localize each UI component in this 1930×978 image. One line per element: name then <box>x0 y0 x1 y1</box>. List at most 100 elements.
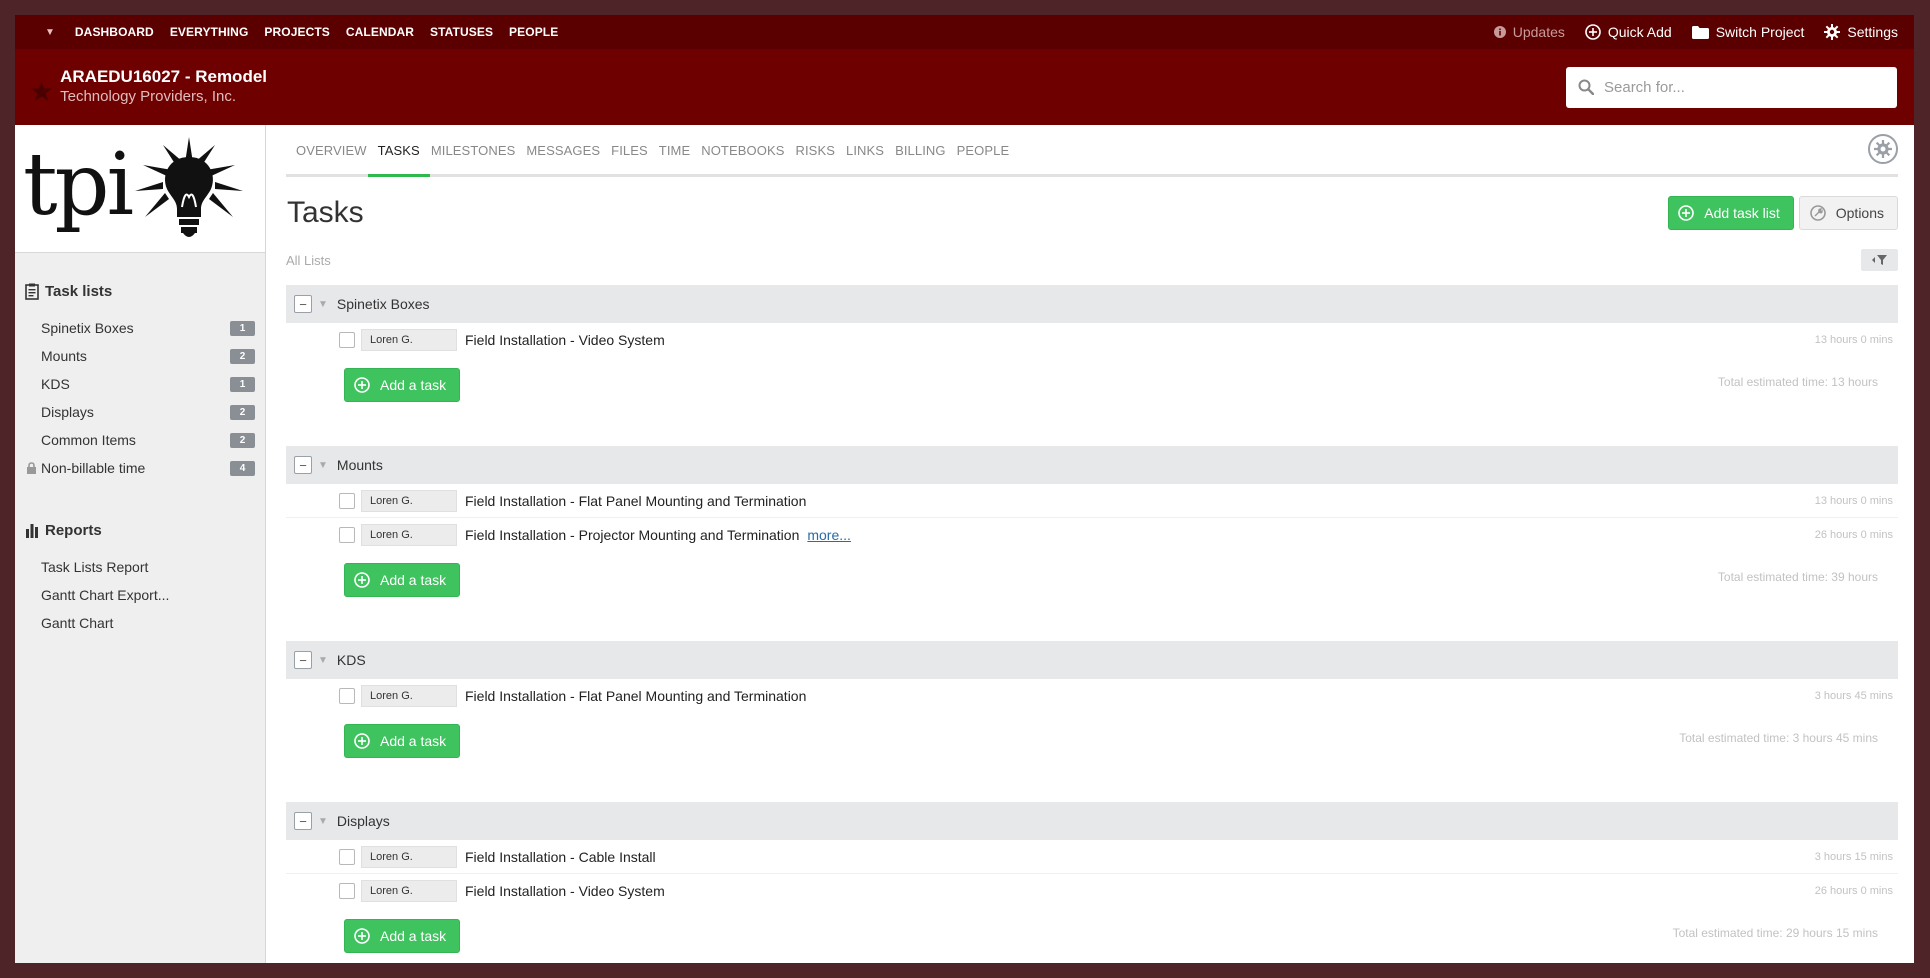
tab-links[interactable]: LINKS <box>846 143 894 174</box>
app-window: ▼ DASHBOARD EVERYTHING PROJECTS CALENDAR… <box>15 15 1914 963</box>
chevron-down-icon[interactable]: ▼ <box>318 655 328 666</box>
more-link[interactable]: more... <box>807 527 851 543</box>
sidebar-item-label: Gantt Chart Export... <box>41 587 170 603</box>
task-list-name[interactable]: Displays <box>337 813 390 829</box>
collapse-button[interactable]: − <box>294 295 312 313</box>
page-title: Tasks <box>287 196 364 229</box>
task-checkbox[interactable] <box>339 848 355 865</box>
filter-button[interactable] <box>1861 249 1898 271</box>
sidebar-item-displays[interactable]: Displays 2 <box>25 398 255 426</box>
task-list-name[interactable]: KDS <box>337 652 366 668</box>
sidebar-item-mounts[interactable]: Mounts 2 <box>25 342 255 370</box>
reports-section: Reports Task Lists Report Gantt Chart Ex… <box>15 482 265 637</box>
assignee-tag[interactable]: Loren G. <box>361 524 457 546</box>
assignee-tag[interactable]: Loren G. <box>361 329 457 351</box>
task-name[interactable]: Field Installation - Video System <box>465 883 665 899</box>
add-task-button[interactable]: Add a task <box>344 724 461 758</box>
nav-everything[interactable]: EVERYTHING <box>170 25 249 39</box>
chevron-down-icon[interactable]: ▼ <box>318 299 328 310</box>
logo-text: tpi <box>23 134 134 235</box>
task-list-header: − ▼ Spinetix Boxes <box>286 285 1898 323</box>
sidebar-item-label: KDS <box>41 376 70 392</box>
sidebar-item-common-items[interactable]: Common Items 2 <box>25 426 255 454</box>
project-header: ★ ARAEDU16027 - Remodel Technology Provi… <box>15 49 1914 125</box>
task-name[interactable]: Field Installation - Cable Install <box>465 849 656 865</box>
search-box <box>1566 66 1897 108</box>
gear-icon <box>1824 24 1841 40</box>
task-list-header: − ▼ Displays <box>286 802 1898 840</box>
tab-notebooks[interactable]: NOTEBOOKS <box>701 143 794 174</box>
task-list: − ▼ Displays Loren G. Field Installation… <box>286 802 1898 963</box>
add-task-button[interactable]: Add a task <box>344 368 461 402</box>
sidebar-item-label: Task Lists Report <box>41 559 149 575</box>
tab-overview[interactable]: OVERVIEW <box>296 143 377 174</box>
add-task-list-button[interactable]: Add task list <box>1668 196 1794 230</box>
sidebar-item-kds[interactable]: KDS 1 <box>25 370 255 398</box>
nav-calendar[interactable]: CALENDAR <box>346 25 414 39</box>
task-list-name[interactable]: Spinetix Boxes <box>337 296 430 312</box>
add-task-row: Add a task Total estimated time: 39 hour… <box>286 552 1898 608</box>
bar-chart-icon <box>26 524 38 538</box>
add-task-button[interactable]: Add a task <box>344 563 461 597</box>
task-list-name[interactable]: Mounts <box>337 457 383 473</box>
collapse-button[interactable]: − <box>294 456 312 474</box>
nav-projects[interactable]: PROJECTS <box>264 25 329 39</box>
task-list-header: − ▼ KDS <box>286 641 1898 679</box>
task-name[interactable]: Field Installation - Flat Panel Mounting… <box>465 688 806 704</box>
tab-billing[interactable]: BILLING <box>895 143 956 174</box>
search-input[interactable] <box>1604 78 1874 96</box>
filter-icon <box>1871 255 1887 265</box>
add-task-row: Add a task Total estimated time: 13 hour… <box>286 357 1898 413</box>
task-checkbox[interactable] <box>339 332 355 348</box>
sidebar-item-task-lists-report[interactable]: Task Lists Report <box>25 553 255 581</box>
tab-time[interactable]: TIME <box>659 143 700 174</box>
options-label: Options <box>1835 205 1884 221</box>
sidebar-item-label: Mounts <box>41 348 87 364</box>
task-list: − ▼ Mounts Loren G. Field Installation -… <box>286 446 1898 641</box>
chevron-down-icon[interactable]: ▼ <box>318 460 328 471</box>
assignee-tag[interactable]: Loren G. <box>361 880 457 902</box>
settings-button[interactable]: Settings <box>1824 24 1898 40</box>
gear-icon <box>1874 140 1892 158</box>
menu-caret-icon[interactable]: ▼ <box>45 27 55 38</box>
main-area: tpi Task lists Spinetix Boxes 1 Mounts 2… <box>15 125 1914 963</box>
tab-risks[interactable]: RISKS <box>795 143 845 174</box>
nav-people[interactable]: PEOPLE <box>509 25 558 39</box>
all-lists-label: All Lists <box>286 252 331 268</box>
sidebar-item-spinetix-boxes[interactable]: Spinetix Boxes 1 <box>25 314 255 342</box>
task-name[interactable]: Field Installation - Projector Mounting … <box>465 527 799 543</box>
assignee-tag[interactable]: Loren G. <box>361 845 457 868</box>
updates-button[interactable]: Updates <box>1493 24 1565 40</box>
sidebar-item-gantt-chart[interactable]: Gantt Chart <box>25 609 255 637</box>
task-checkbox[interactable] <box>339 883 355 899</box>
task-checkbox[interactable] <box>339 688 355 704</box>
collapse-button[interactable]: − <box>294 812 312 830</box>
sidebar-item-label: Common Items <box>41 432 136 448</box>
assignee-tag[interactable]: Loren G. <box>361 685 457 707</box>
tab-files[interactable]: FILES <box>611 143 658 174</box>
project-title[interactable]: ARAEDU16027 - Remodel <box>60 67 267 87</box>
task-name[interactable]: Field Installation - Video System <box>465 332 665 348</box>
tab-people[interactable]: PEOPLE <box>957 143 1020 174</box>
options-button[interactable]: Options <box>1798 196 1898 230</box>
chevron-down-icon[interactable]: ▼ <box>318 816 328 827</box>
project-settings-button[interactable] <box>1868 134 1898 164</box>
nav-dashboard[interactable]: DASHBOARD <box>75 25 154 39</box>
tab-milestones[interactable]: MILESTONES <box>431 143 526 174</box>
task-checkbox[interactable] <box>339 527 355 543</box>
star-icon[interactable]: ★ <box>29 75 54 108</box>
sidebar-item-gantt-chart-export[interactable]: Gantt Chart Export... <box>25 581 255 609</box>
quick-add-button[interactable]: Quick Add <box>1585 24 1672 40</box>
tab-messages[interactable]: MESSAGES <box>526 143 610 174</box>
task-name[interactable]: Field Installation - Flat Panel Mounting… <box>465 493 806 509</box>
task-checkbox[interactable] <box>339 492 355 509</box>
collapse-button[interactable]: − <box>294 651 312 669</box>
add-task-button[interactable]: Add a task <box>344 919 461 953</box>
tab-tasks[interactable]: TASKS <box>367 143 430 177</box>
assignee-tag[interactable]: Loren G. <box>361 489 457 512</box>
nav-statuses[interactable]: STATUSES <box>430 25 493 39</box>
switch-project-button[interactable]: Switch Project <box>1691 24 1804 40</box>
sidebar-item-non-billable-time[interactable]: Non-billable time 4 <box>25 454 255 482</box>
count-badge: 2 <box>230 404 255 420</box>
